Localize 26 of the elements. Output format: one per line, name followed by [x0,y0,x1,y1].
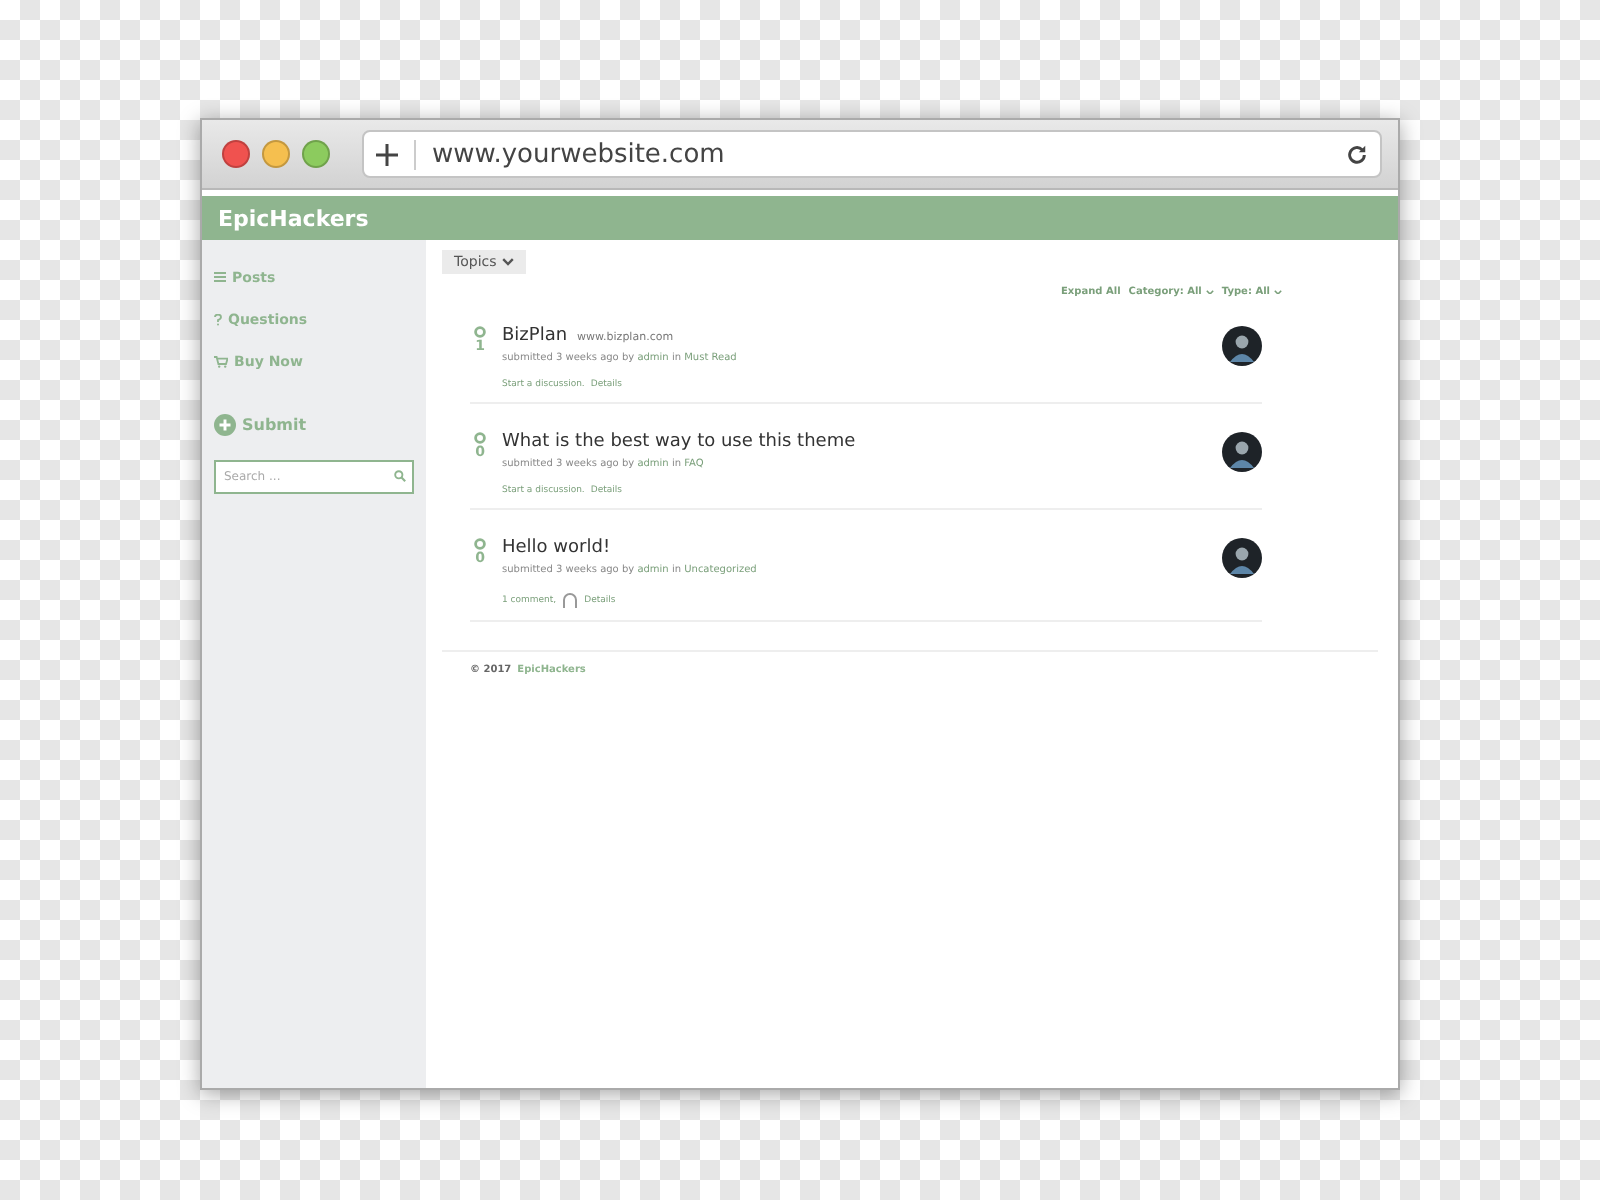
post-title[interactable]: What is the best way to use this theme [502,432,856,452]
upvote-icon[interactable] [474,432,486,444]
plus-circle-icon [214,414,236,436]
caret-icon [1274,289,1282,295]
avatar-icon [1222,432,1262,472]
search-icon [394,470,406,482]
address-bar[interactable]: www.yourwebsite.com [362,130,1382,178]
close-button[interactable] [222,140,250,168]
upvote-icon[interactable] [474,538,486,550]
submit-link[interactable]: Submit [214,414,414,436]
post-title[interactable]: Hello world! [502,538,611,558]
caret-icon [502,258,515,266]
post-title[interactable]: BizPlan [502,326,568,346]
upvote-icon[interactable] [474,326,486,338]
avatar-icon [1222,538,1262,578]
site-brand[interactable]: EpicHackers [218,205,369,231]
list-icon [214,272,226,282]
zoom-button[interactable] [302,140,330,168]
minimize-button[interactable] [262,140,290,168]
question-icon [214,313,222,325]
cart-icon [214,355,228,367]
plus-icon[interactable] [376,143,398,165]
avatar-icon [1222,326,1262,366]
url-text: www.yourwebsite.com [414,139,1330,169]
reload-icon[interactable] [1346,143,1368,165]
caret-icon [1205,289,1214,295]
